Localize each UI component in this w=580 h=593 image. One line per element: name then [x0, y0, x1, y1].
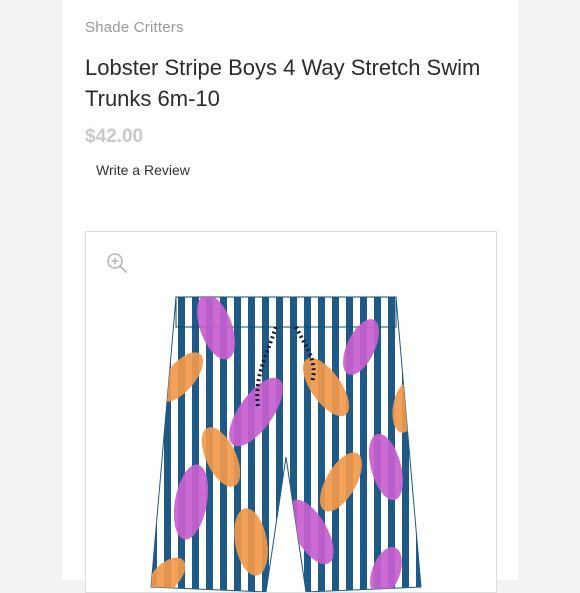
product-page: Shade Critters Lobster Stripe Boys 4 Way…	[62, 0, 518, 593]
product-image-frame	[85, 231, 497, 593]
zoom-in-icon[interactable]	[106, 252, 128, 274]
swim-trunks-image[interactable]	[136, 287, 436, 593]
write-review-link[interactable]: Write a Review	[96, 162, 190, 178]
product-price: $42.00	[85, 126, 144, 147]
brand-name[interactable]: Shade Critters	[85, 19, 184, 36]
product-title: Lobster Stripe Boys 4 Way Stretch Swim T…	[85, 55, 481, 111]
